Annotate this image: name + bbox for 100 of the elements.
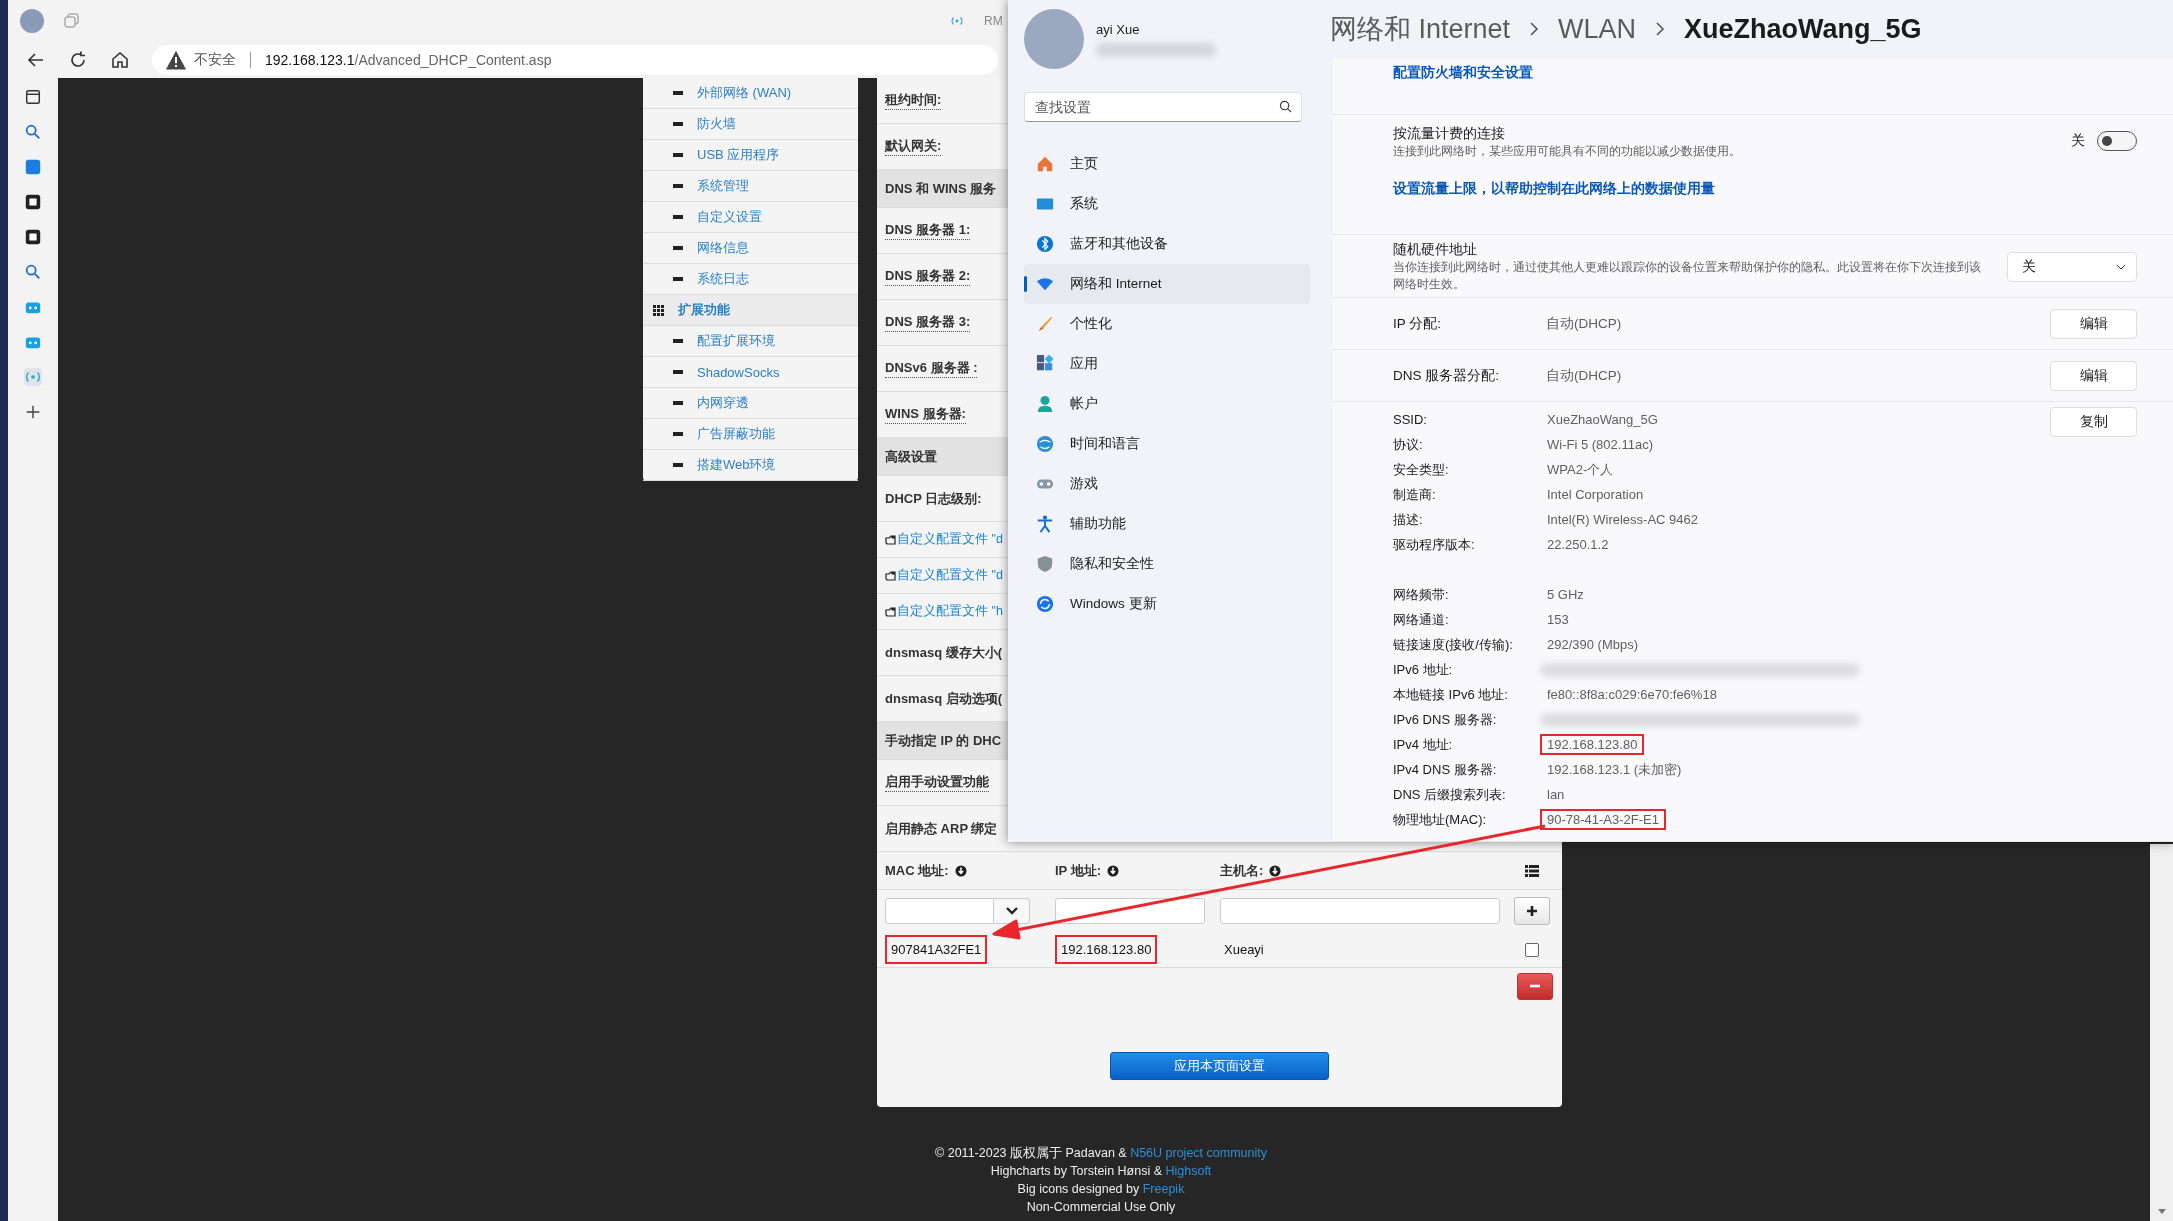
square-app-icon[interactable] [24,193,42,211]
settings-nav-item[interactable]: 隐私和安全性 [1024,544,1310,584]
download-circle-icon [954,864,967,877]
footer-link[interactable]: Freepik [1142,1182,1185,1196]
form-label: 租约时间: [885,91,942,110]
nav-link[interactable]: 自定义设置 [697,208,762,226]
property-label: IPv4 地址: [1393,735,1454,754]
copy-button[interactable]: 复制 [2050,407,2137,437]
chevron-down-icon [1005,906,1018,916]
dash-icon [673,153,683,157]
dash-icon [673,122,683,126]
nav-link[interactable]: 系统日志 [697,270,749,288]
form-label: DNSv6 服务器 : [885,359,978,378]
firewall-link[interactable]: 配置防火墙和安全设置 [1393,64,1533,82]
delete-button[interactable] [1517,972,1553,1000]
property-label: 链接速度(接收/传输): [1393,635,1514,654]
form-label: DNS 服务器 2: [885,267,971,286]
dropdown[interactable]: 关 [2007,252,2137,282]
edit-button[interactable]: 编辑 [2050,360,2137,391]
breadcrumb-item[interactable]: 网络和 Internet [1330,11,1511,47]
hostname-input-field[interactable] [1220,898,1500,924]
property-label: 安全类型: [1393,460,1450,479]
list-icon[interactable] [1525,864,1539,877]
mac-input-field[interactable] [885,898,994,924]
nav-link[interactable]: 搭建Web环境 [697,456,776,474]
footer-link[interactable]: Highsoft [1165,1164,1212,1178]
square-app-icon[interactable] [24,228,42,246]
settings-nav-item[interactable]: 应用 [1024,344,1310,384]
download-circle-icon [1107,864,1119,877]
apply-button[interactable]: 应用本页面设置 [1110,1052,1329,1080]
edit-button[interactable]: 编辑 [2050,308,2137,339]
config-file-link[interactable]: 自定义配置文件 "d [897,531,1003,548]
house-icon [1036,155,1054,173]
search-icon[interactable] [24,263,42,281]
dash-icon [673,401,683,405]
nav-link[interactable]: 配置扩展环境 [697,332,775,350]
property-label: 物理地址(MAC): [1393,810,1488,829]
footer-link[interactable]: N56U project community [1130,1146,1267,1160]
nav-link[interactable]: 防火墙 [697,115,736,133]
search-field[interactable]: 查找设置 [1024,92,1302,122]
nav-link[interactable]: USB 应用程序 [697,146,780,164]
nav-link[interactable]: 外部网络 (WAN) [697,84,792,102]
breadcrumb-item[interactable]: WLAN [1558,13,1637,45]
nav-link[interactable]: 网络信息 [697,239,749,257]
ip-input-field[interactable] [1055,898,1205,924]
nav-link[interactable]: 广告屏蔽功能 [697,425,775,443]
settings-nav-item[interactable]: 个性化 [1024,304,1310,344]
search-icon[interactable] [24,123,42,141]
nav-link[interactable]: ShadowSocks [697,364,780,380]
nav-link[interactable]: 系统管理 [697,177,749,195]
chevron-right-icon [1654,21,1667,37]
row-checkbox[interactable] [1525,942,1539,957]
property-label: 网络频带: [1393,585,1450,604]
plus-icon [1526,905,1538,917]
settings-nav-item[interactable]: 蓝牙和其他设备 [1024,224,1310,264]
settings-nav-item[interactable]: Windows 更新 [1024,584,1310,624]
reload-icon[interactable] [68,50,88,70]
title-bar-text: RM [984,14,1003,28]
panel-icon[interactable] [24,88,42,106]
config-file-link[interactable]: 自定义配置文件 "d [897,567,1003,584]
form-label: dnsmasq 启动选项( [885,689,1002,708]
column-header: MAC 地址: [885,861,949,880]
address-bar[interactable]: 不安全 192.168.123.1/Advanced_DHCP_Content.asp [152,45,998,75]
add-icon[interactable] [24,403,42,421]
tabs-icon[interactable] [64,13,80,29]
scrollbar[interactable] [2150,844,2173,1221]
property-label: IPv6 地址: [1393,660,1454,679]
toggle-label: 关 [2071,132,2085,150]
setting-title: 随机硬件地址 [1393,241,1478,259]
nav-section-header[interactable]: 扩展功能 [678,301,730,319]
property-value: 192.168.123.80 [1540,734,1645,755]
user-name: ayi Xue [1096,21,1141,37]
form-label: WINS 服务器: [885,405,966,424]
settings-nav-item[interactable]: 辅助功能 [1024,504,1310,544]
accessibility-icon [1036,515,1054,533]
property-value: XueZhaoWang_5G [1546,411,1659,429]
security-label: 不安全 [194,51,236,69]
dropdown-button[interactable] [994,898,1030,924]
property-value: 153 [1546,611,1570,629]
settings-nav-item[interactable]: 网络和 Internet [1024,264,1310,304]
globe-icon [1036,435,1054,453]
dash-icon [673,246,683,250]
config-file-link[interactable]: 自定义配置文件 "h [897,603,1003,620]
column-header: 主机名: [1220,861,1264,880]
dash-icon [673,463,683,467]
form-label: 启用手动设置功能 [885,773,989,792]
toggle-switch[interactable] [2097,131,2137,151]
search-icon [1279,100,1292,113]
nav-link[interactable]: 内网穿透 [697,394,749,412]
add-button[interactable] [1514,897,1550,925]
download-circle-icon [1269,864,1282,877]
home-icon[interactable] [110,50,130,70]
user-avatar [1024,9,1084,69]
signal-icon[interactable] [24,368,42,386]
profile-avatar[interactable] [20,9,44,33]
property-value: 90-78-41-A3-2F-E1 [1540,809,1666,830]
apps-icon [1036,355,1054,373]
column-header: IP 地址: [1055,861,1101,880]
chevron-down-icon [2116,264,2126,270]
settings-nav-item[interactable]: 帐户 [1024,384,1310,424]
